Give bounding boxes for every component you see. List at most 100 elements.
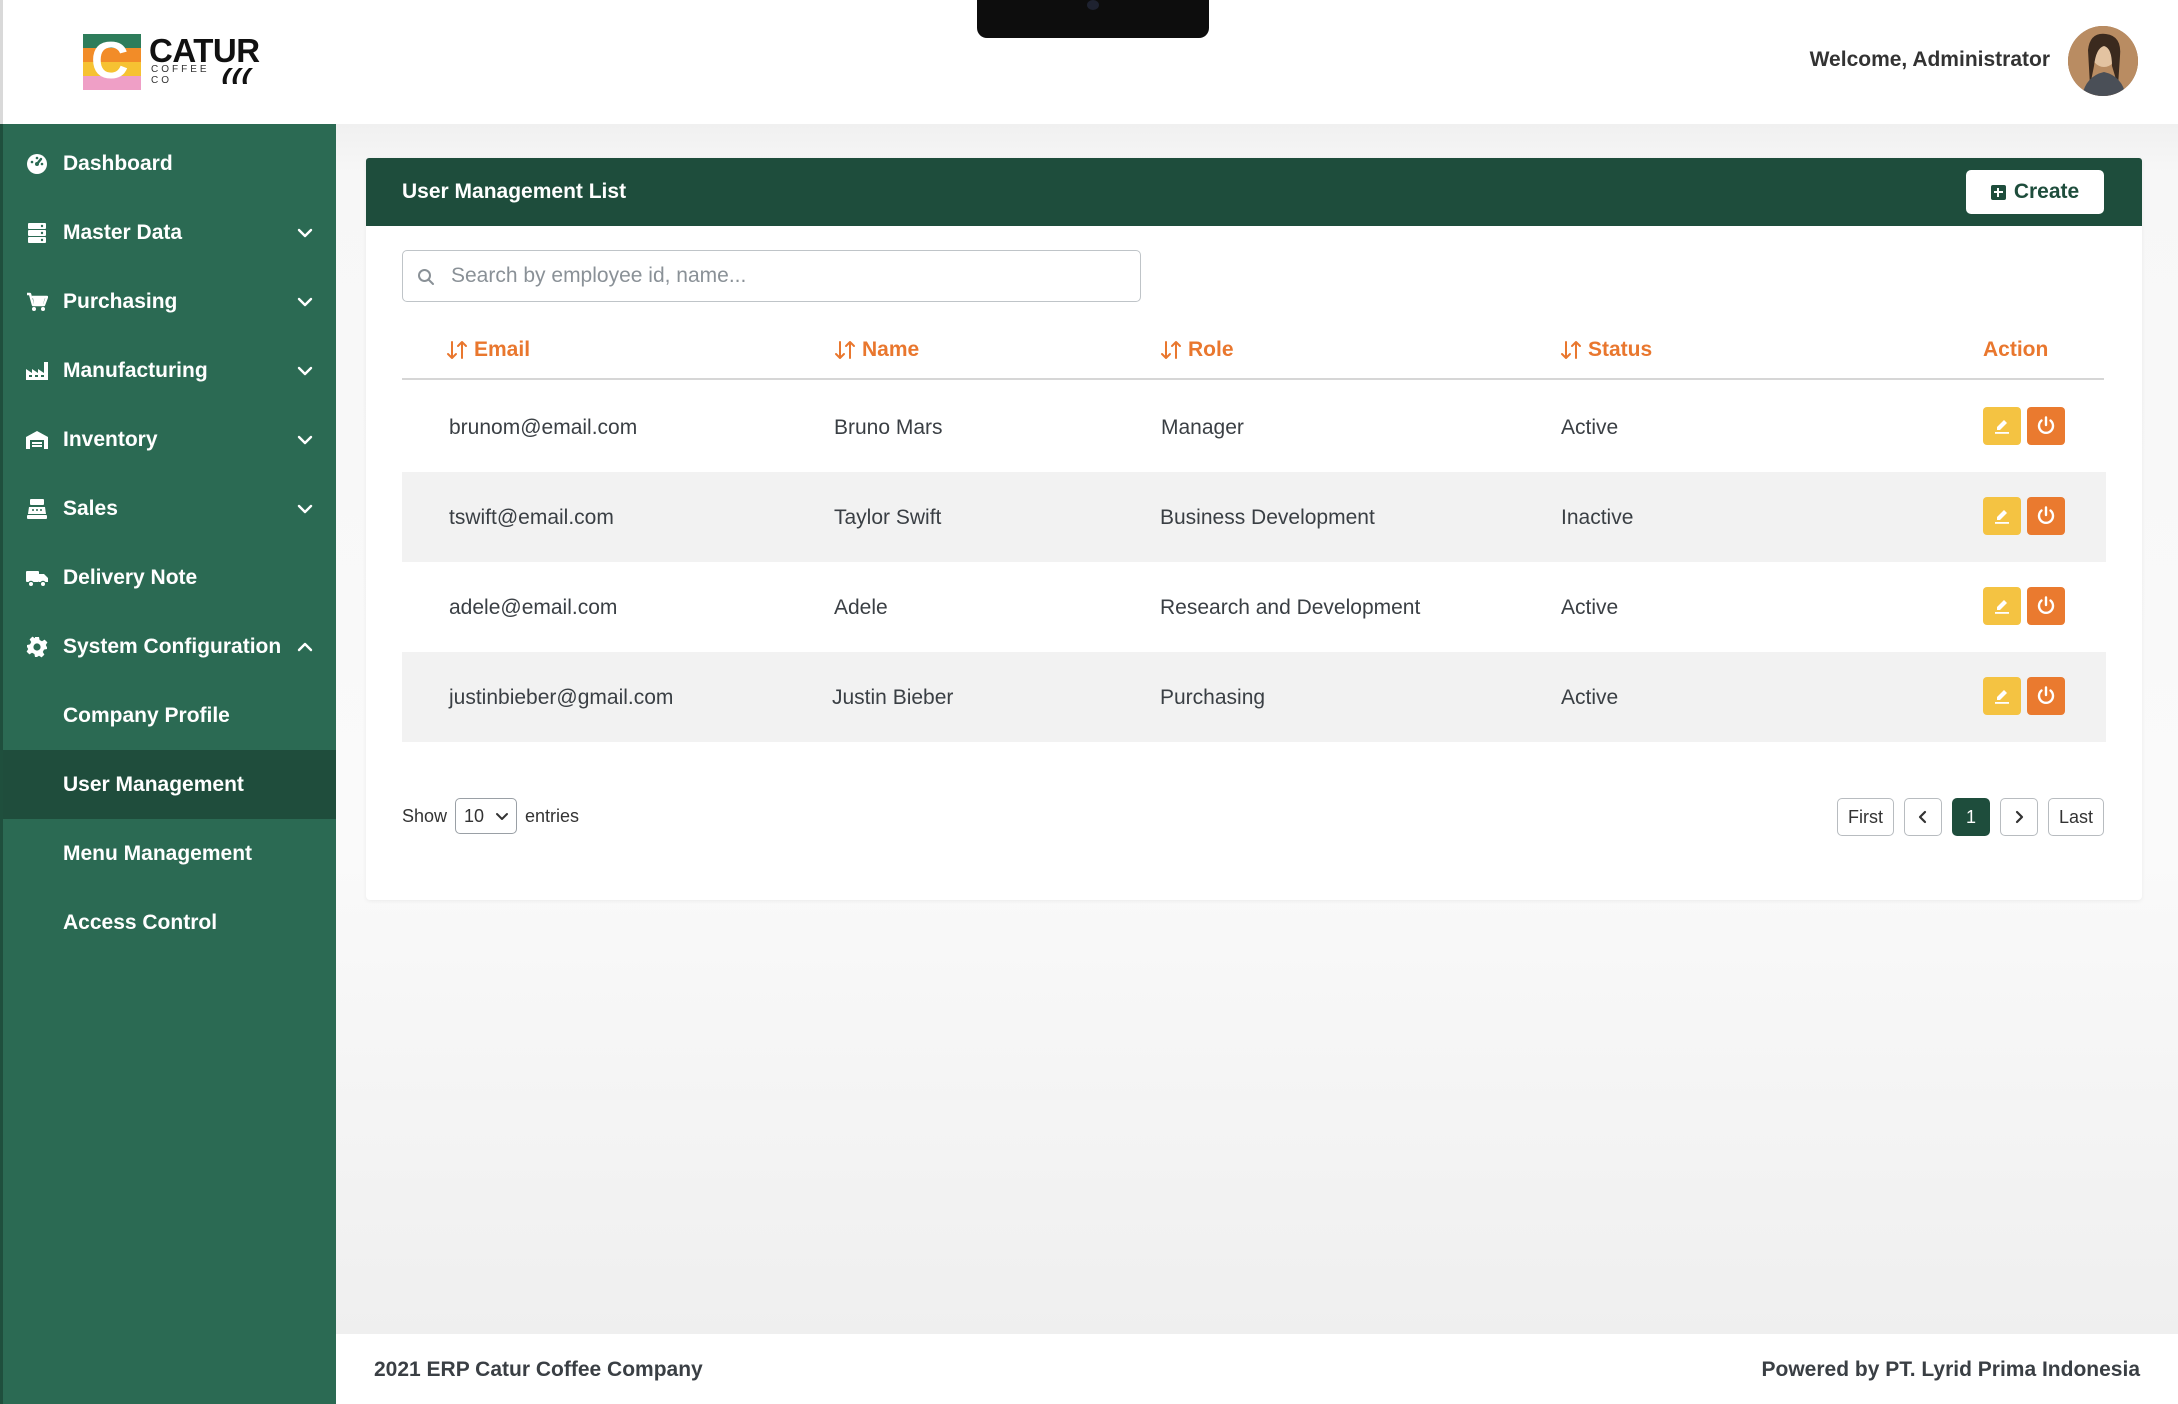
cell-role: Manager: [1161, 416, 1244, 439]
sidebar-subitem-menu-management[interactable]: Menu Management: [3, 819, 336, 888]
toggle-status-button[interactable]: [2027, 407, 2065, 445]
column-header-role[interactable]: Role: [1160, 338, 1234, 362]
sidebar-item-label: Company Profile: [63, 703, 230, 727]
logo-wordmark: CATUR: [149, 32, 260, 69]
logo-mark: C: [83, 34, 141, 90]
sidebar-item-label: Purchasing: [63, 289, 178, 313]
sidebar-item-label: Sales: [63, 496, 118, 520]
power-icon: [2037, 596, 2055, 615]
column-label: Email: [474, 338, 531, 361]
cell-name: Bruno Mars: [834, 416, 943, 439]
truck-icon: [25, 566, 49, 590]
cell-role: Business Development: [1160, 506, 1375, 529]
column-header-name[interactable]: Name: [834, 338, 919, 362]
camera-dot: [1087, 0, 1099, 10]
gear-icon: [25, 635, 49, 659]
table-header: Email Name Role Status Action: [402, 324, 2104, 380]
catur-coffee-logo[interactable]: C CATUR COFFEE CO: [83, 32, 260, 90]
pencil-icon: [1995, 420, 2009, 434]
prev-page-button[interactable]: [1903, 798, 1942, 836]
sidebar-item-label: Delivery Note: [63, 565, 198, 589]
chevron-up-icon[interactable]: [294, 636, 316, 658]
column-label: Role: [1188, 338, 1234, 361]
page-1-button[interactable]: 1: [1951, 798, 1990, 836]
search-icon: [418, 269, 434, 285]
chevron-right-icon: [2015, 810, 2024, 824]
column-header-email[interactable]: Email: [446, 338, 530, 362]
sidebar-item-master-data[interactable]: Master Data: [3, 198, 336, 267]
toggle-status-button[interactable]: [2027, 497, 2065, 535]
search-input[interactable]: [451, 251, 1131, 300]
cell-name: Justin Bieber: [832, 686, 954, 709]
cash-register-icon: [25, 497, 49, 521]
sidebar: Dashboard Master Data Purchasing Manufac…: [0, 124, 336, 1404]
first-page-button[interactable]: First: [1836, 798, 1894, 836]
column-header-status[interactable]: Status: [1560, 338, 1652, 362]
sidebar-item-delivery-note[interactable]: Delivery Note: [3, 543, 336, 612]
sidebar-subitem-access-control[interactable]: Access Control: [3, 888, 336, 957]
cell-status: Inactive: [1561, 506, 1634, 529]
top-header: C CATUR COFFEE CO Welcome, Administrator: [0, 0, 2178, 124]
sidebar-item-label: Access Control: [63, 910, 218, 934]
chevron-down-icon[interactable]: [294, 360, 316, 382]
avatar[interactable]: [2068, 26, 2138, 96]
chevron-down-icon[interactable]: [294, 222, 316, 244]
cell-email: adele@email.com: [449, 596, 618, 619]
toggle-status-button[interactable]: [2027, 587, 2065, 625]
sort-icon: [447, 341, 467, 359]
cell-email: justinbieber@gmail.com: [449, 686, 674, 709]
power-icon: [2037, 686, 2055, 705]
page-title: User Management List: [402, 180, 627, 203]
device-notch: [977, 0, 1209, 38]
entries-value: 10: [464, 805, 485, 826]
pencil-icon: [1995, 690, 2009, 704]
footer: 2021 ERP Catur Coffee Company Powered by…: [336, 1334, 2178, 1404]
power-icon: [2037, 416, 2055, 435]
sidebar-subitem-user-management[interactable]: User Management: [3, 750, 336, 819]
sidebar-item-system-configuration[interactable]: System Configuration: [3, 612, 336, 681]
cell-role: Research and Development: [1160, 596, 1421, 619]
table-row: justinbieber@gmail.com Justin Bieber Pur…: [402, 652, 2106, 742]
logo-beans-icon: [222, 68, 253, 84]
sidebar-item-label: Master Data: [63, 220, 183, 244]
entries-select[interactable]: 10: [455, 798, 518, 834]
edit-button[interactable]: [1983, 677, 2021, 715]
table-row: tswift@email.com Taylor Swift Business D…: [402, 472, 2106, 562]
sort-icon: [1161, 341, 1181, 359]
welcome-text: Welcome, Administrator: [1809, 48, 2050, 71]
sidebar-item-purchasing[interactable]: Purchasing: [3, 267, 336, 336]
sidebar-item-manufacturing[interactable]: Manufacturing: [3, 336, 336, 405]
table-row: adele@email.com Adele Research and Devel…: [402, 562, 2106, 652]
cell-status: Active: [1561, 596, 1619, 619]
footer-copyright: 2021 ERP Catur Coffee Company: [374, 1358, 703, 1381]
warehouse-icon: [25, 428, 49, 452]
pencil-icon: [1995, 510, 2009, 524]
edit-button[interactable]: [1983, 497, 2021, 535]
search-box: [402, 250, 1141, 302]
toggle-status-button[interactable]: [2027, 677, 2065, 715]
card-header: User Management List Create: [366, 158, 2142, 226]
sidebar-item-label: Manufacturing: [63, 358, 208, 382]
create-button[interactable]: Create: [1966, 170, 2104, 214]
pencil-icon: [1995, 600, 2009, 614]
chevron-down-icon[interactable]: [294, 429, 316, 451]
chevron-down-icon[interactable]: [294, 498, 316, 520]
edit-button[interactable]: [1983, 587, 2021, 625]
sidebar-item-label: User Management: [63, 772, 244, 796]
sidebar-subitem-company-profile[interactable]: Company Profile: [3, 681, 336, 750]
sidebar-item-sales[interactable]: Sales: [3, 474, 336, 543]
chevron-left-icon: [1918, 810, 1927, 824]
sidebar-item-inventory[interactable]: Inventory: [3, 405, 336, 474]
next-page-button[interactable]: [1999, 798, 2038, 836]
edit-button[interactable]: [1983, 407, 2021, 445]
create-button-label: Create: [2013, 180, 2080, 203]
chevron-down-icon[interactable]: [294, 291, 316, 313]
sort-icon: [1561, 341, 1581, 359]
cell-status: Active: [1561, 416, 1619, 439]
sidebar-item-label: Dashboard: [63, 151, 173, 175]
cell-name: Adele: [834, 596, 888, 619]
sort-icon: [835, 341, 855, 359]
last-page-button[interactable]: Last: [2047, 798, 2104, 836]
sidebar-item-dashboard[interactable]: Dashboard: [3, 129, 336, 198]
column-label: Status: [1588, 338, 1653, 361]
